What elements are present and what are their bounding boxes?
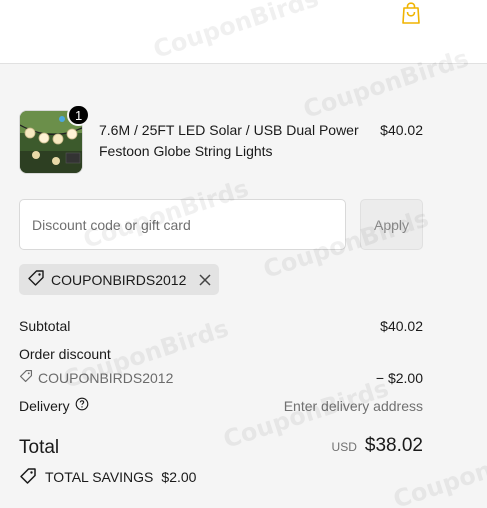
product-thumbnail-wrap: 1 <box>19 104 91 174</box>
product-price: $40.02 <box>380 122 423 138</box>
discount-row: Apply <box>19 199 423 250</box>
order-discount-label: Order discount <box>19 346 111 362</box>
subtotal-value: $40.02 <box>380 318 423 334</box>
savings-value: $2.00 <box>161 469 197 485</box>
order-summary: 1 7.6M / 25FT LED Solar / USB Dual Power… <box>0 64 487 508</box>
tag-icon <box>19 368 33 388</box>
discount-code-line: COUPONBIRDS2012 − $2.00 <box>19 368 423 388</box>
applied-code-label: COUPONBIRDS2012 <box>51 271 187 288</box>
subtotal-label: Subtotal <box>19 318 71 334</box>
close-icon[interactable] <box>199 273 211 286</box>
apply-discount-button[interactable]: Apply <box>360 199 423 250</box>
help-icon[interactable] <box>75 396 89 416</box>
tag-icon <box>27 269 45 290</box>
order-discount-line: Order discount <box>19 344 423 364</box>
shopping-bag-icon[interactable] <box>399 0 423 26</box>
total-amount-wrap: USD $38.02 <box>332 435 423 457</box>
subtotal-line: Subtotal $40.02 <box>19 316 423 336</box>
discount-code-row: COUPONBIRDS2012 <box>19 368 173 388</box>
line-item: 1 7.6M / 25FT LED Solar / USB Dual Power… <box>19 104 423 174</box>
total-label: Total <box>19 437 60 458</box>
total-amount: $38.02 <box>364 435 423 456</box>
discount-value: − $2.00 <box>375 370 423 386</box>
delivery-line: Delivery Enter delivery address <box>19 396 423 416</box>
currency-code: USD <box>331 440 357 454</box>
delivery-label-wrap: Delivery <box>19 396 89 416</box>
discount-code-name: COUPONBIRDS2012 <box>38 370 174 386</box>
discount-code-input[interactable] <box>19 199 346 250</box>
total-line: Total USD $38.02 <box>19 435 423 463</box>
product-title: 7.6M / 25FT LED Solar / USB Dual Power F… <box>99 122 359 159</box>
delivery-value: Enter delivery address <box>283 398 423 414</box>
checkout-header <box>0 0 487 64</box>
checkout-page: 1 7.6M / 25FT LED Solar / USB Dual Power… <box>0 0 487 508</box>
tag-icon <box>19 467 37 488</box>
savings-label: TOTAL SAVINGS <box>45 469 154 485</box>
total-savings: TOTAL SAVINGS $2.00 <box>19 467 196 487</box>
delivery-label: Delivery <box>19 398 70 414</box>
applied-discount-chip: COUPONBIRDS2012 <box>19 264 220 295</box>
quantity-badge: 1 <box>67 104 91 126</box>
